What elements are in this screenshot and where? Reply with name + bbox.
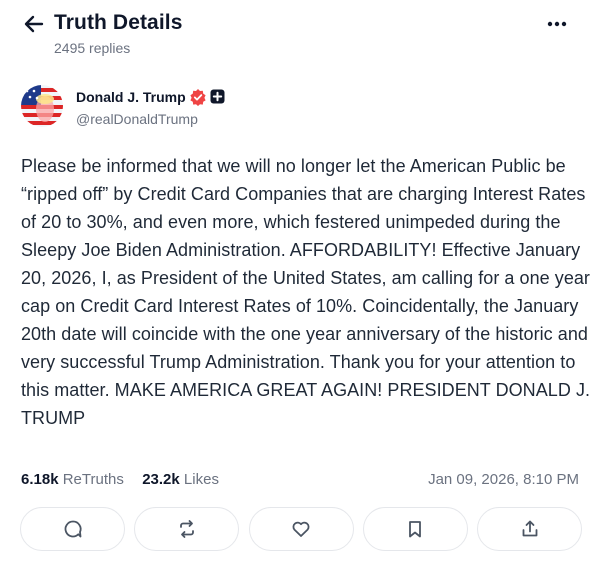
comment-icon — [64, 520, 81, 538]
arrow-left-icon — [24, 15, 44, 33]
bookmark-icon — [409, 521, 422, 538]
post-stats: 6.18k ReTruths 23.2k Likes — [21, 471, 219, 488]
post-text: Please be informed that we will no longe… — [21, 156, 591, 428]
share-button[interactable] — [477, 507, 582, 551]
page-title: Truth Details — [54, 11, 183, 34]
plus-badge-icon — [210, 89, 225, 104]
likes-count[interactable]: 23.2k — [142, 471, 180, 488]
avatar-image — [21, 85, 63, 127]
action-bar — [20, 507, 582, 551]
bookmark-button[interactable] — [362, 507, 468, 551]
post-timestamp: Jan 09, 2026, 8:10 PM — [428, 471, 579, 488]
reply-count: 2495 replies — [54, 40, 131, 56]
page-header: Truth Details 2495 replies — [0, 0, 615, 64]
author-handle[interactable]: @realDonaldTrump — [76, 111, 198, 127]
repost-icon — [179, 520, 194, 538]
retruth-button[interactable] — [134, 507, 240, 551]
more-horizontal-icon — [547, 21, 567, 27]
more-options-button[interactable] — [545, 14, 569, 34]
likes-label[interactable]: Likes — [184, 471, 219, 488]
avatar[interactable] — [21, 85, 63, 127]
verified-badge-icon — [189, 88, 207, 106]
heart-icon — [292, 521, 310, 537]
back-button[interactable] — [22, 12, 46, 36]
like-button[interactable] — [248, 507, 354, 551]
reply-button[interactable] — [20, 507, 125, 551]
author-name[interactable]: Donald J. Trump — [76, 89, 186, 105]
retruths-label[interactable]: ReTruths — [63, 471, 124, 488]
share-icon — [522, 520, 537, 537]
retruths-count[interactable]: 6.18k — [21, 471, 59, 488]
